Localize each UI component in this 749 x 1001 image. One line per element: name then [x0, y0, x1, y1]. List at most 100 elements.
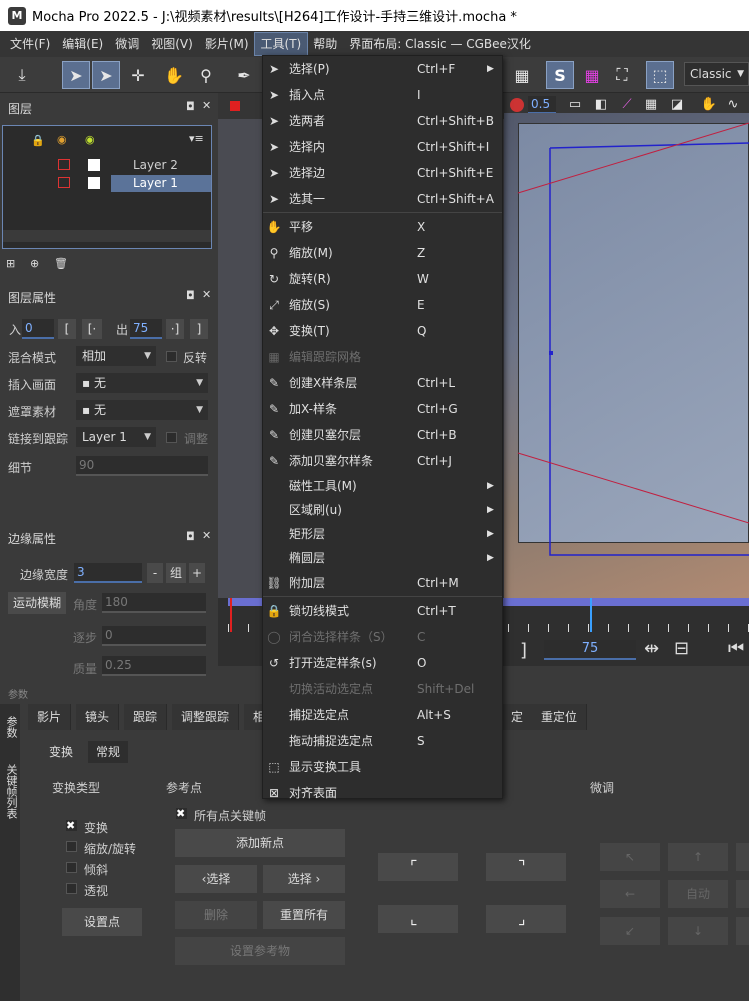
tools-menu-item[interactable]: ➤ 选择内 Ctrl+Shift+I — [263, 134, 502, 160]
menu-tools[interactable]: 工具(T) — [253, 32, 309, 56]
layer-row[interactable]: Layer 2 — [111, 157, 211, 174]
blend-mode-select[interactable]: 相加 — [76, 346, 156, 366]
nudge-down-right-button[interactable] — [736, 917, 749, 945]
menu-adjust[interactable]: 微调 — [109, 33, 145, 55]
tools-menu-item[interactable]: 椭圆层 ▶ — [263, 546, 502, 570]
tab-params-vertical[interactable]: 参数 — [3, 716, 19, 738]
tools-menu-item[interactable]: ✋ 平移 X — [263, 214, 502, 240]
range-icon[interactable]: ⊟ — [674, 638, 689, 659]
tab-stabilize[interactable]: 定 — [502, 704, 534, 730]
next-select-button[interactable]: 选择 › — [263, 865, 345, 893]
delete-button[interactable]: 删除 — [175, 901, 257, 929]
edge-width-field[interactable]: 3 — [74, 563, 142, 583]
insert-clip-select[interactable]: ▪ 无 — [76, 373, 208, 393]
trash-icon[interactable]: 🗑 — [54, 257, 68, 270]
tools-menu-item[interactable]: ⬚ 显示变换工具 — [263, 754, 502, 780]
adjust-checkbox[interactable] — [166, 432, 177, 443]
tools-menu-item[interactable]: ✎ 添加贝塞尔样条 Ctrl+J — [263, 448, 502, 474]
tab-reorient[interactable]: 重定位 — [532, 704, 588, 730]
corner-top-right-button[interactable]: ⌝ — [486, 853, 566, 881]
invert-checkbox[interactable] — [166, 351, 177, 362]
tools-menu-item[interactable]: 磁性工具(M) ▶ — [263, 474, 502, 498]
close-icon[interactable]: ✕ — [202, 99, 211, 112]
subtab-transform[interactable]: 变换 — [42, 741, 80, 763]
goto-out-button[interactable]: ·] — [166, 319, 184, 339]
tools-menu-item[interactable]: ➤ 选两者 Ctrl+Shift+B — [263, 108, 502, 134]
layers-scrollbar[interactable] — [3, 230, 211, 242]
layer-color-swatch[interactable] — [58, 159, 70, 170]
layer-row-selected[interactable]: Layer 1 — [111, 175, 211, 192]
layer-color-swatch[interactable] — [58, 177, 70, 188]
tab-adjust-track[interactable]: 调整跟踪 — [172, 704, 240, 730]
tools-menu-item[interactable]: ➤ 选择边 Ctrl+Shift+E — [263, 160, 502, 186]
tools-menu-item[interactable]: ⚲ 缩放(M) Z — [263, 240, 502, 266]
nudge-left-button[interactable]: ← — [600, 880, 660, 908]
import-icon[interactable]: ⤓ — [8, 61, 36, 89]
in-field[interactable]: 0 — [22, 319, 54, 339]
tools-menu-item[interactable]: ⛓ 附加层 Ctrl+M — [263, 570, 502, 596]
edge-width-decrement[interactable]: - — [147, 563, 163, 583]
corner-bottom-right-button[interactable]: ⌟ — [486, 905, 566, 933]
detail-field[interactable]: 90 — [76, 456, 208, 476]
nudge-up-left-button[interactable]: ↖ — [600, 843, 660, 871]
menu-layout[interactable]: 界面布局: Classic — CGBee汉化 — [343, 33, 537, 55]
motion-blur-button[interactable]: 运动模糊 — [8, 592, 66, 614]
tab-track[interactable]: 跟踪 — [124, 704, 168, 730]
link-track-select[interactable]: Layer 1 — [76, 427, 156, 447]
goto-in-button[interactable]: [· — [82, 319, 102, 339]
nudge-up-button[interactable]: ↑ — [668, 843, 728, 871]
corner-top-left-button[interactable]: ⌜ — [378, 853, 458, 881]
menu-movie[interactable]: 影片(M) — [199, 33, 255, 55]
edge-width-increment[interactable]: + — [189, 563, 205, 583]
layer-menu-icon[interactable]: ▾≡ — [189, 132, 204, 145]
tools-menu-item[interactable]: ➤ 选择(P) Ctrl+F ▶ — [263, 56, 502, 82]
tools-menu-item[interactable]: 矩形层 ▶ — [263, 522, 502, 546]
prev-select-button[interactable]: ‹选择 — [175, 865, 257, 893]
control-point[interactable] — [549, 351, 553, 355]
step-field[interactable]: 0 — [102, 626, 206, 646]
tools-menu-item[interactable]: 区域刷(u) ▶ — [263, 498, 502, 522]
tools-menu-item[interactable]: 🔒 锁切线模式 Ctrl+T — [263, 598, 502, 624]
add-point-tool-icon[interactable]: ✛ — [124, 61, 152, 89]
hand-icon[interactable]: ✋ — [160, 61, 188, 89]
subtab-general[interactable]: 常规 — [88, 741, 128, 763]
tools-menu-item[interactable]: 拖动捕捉选定点 S — [263, 728, 502, 754]
nudge-right-button[interactable] — [736, 880, 749, 908]
tab-keyframe-list[interactable]: 关键帧列表 — [3, 764, 19, 819]
surface-align-icon[interactable]: ⛶ — [608, 61, 636, 89]
tools-menu-item[interactable]: ↻ 旋转(R) W — [263, 266, 502, 292]
float-icon[interactable]: ◘ — [186, 100, 195, 113]
tools-menu-item[interactable]: ⊠ 对齐表面 — [263, 780, 502, 806]
menu-file[interactable]: 文件(F) — [4, 33, 56, 55]
tab-lens[interactable]: 镜头 — [76, 704, 120, 730]
grid-icon[interactable]: ▦ — [508, 61, 536, 89]
layer-visible-swatch[interactable] — [88, 159, 100, 171]
nudge-down-button[interactable]: ↓ — [668, 917, 728, 945]
perspective-checkbox[interactable] — [66, 883, 77, 894]
select-b-tool-icon[interactable]: ➤ — [92, 61, 120, 89]
group-button[interactable]: 组 — [166, 563, 186, 583]
tools-menu-item[interactable]: ✎ 创建X样条层 Ctrl+L — [263, 370, 502, 396]
tab-clip[interactable]: 影片 — [28, 704, 72, 730]
angle-field[interactable]: 180 — [102, 593, 206, 613]
layout-select[interactable]: Classic ▼ — [684, 62, 749, 86]
tools-menu-item[interactable]: 捕捉选定点 Alt+S — [263, 702, 502, 728]
tools-menu-item[interactable]: ➤ 选其一 Ctrl+Shift+A — [263, 186, 502, 212]
matte-clip-select[interactable]: ▪ 无 — [76, 400, 208, 420]
tools-menu-item[interactable]: ✎ 加X-样条 Ctrl+G — [263, 396, 502, 422]
add-point-button[interactable]: 添加新点 — [175, 829, 345, 857]
layer-visible-swatch[interactable] — [88, 177, 100, 189]
tools-menu-item[interactable]: ✎ 创建贝塞尔层 Ctrl+B — [263, 422, 502, 448]
tools-menu-item[interactable]: ↺ 打开选定样条(s) O — [263, 650, 502, 676]
close-icon[interactable]: ✕ — [202, 288, 211, 301]
auto-button[interactable]: 自动 — [668, 880, 728, 908]
float-icon[interactable]: ◘ — [186, 530, 195, 543]
frame-field[interactable]: 75 — [544, 640, 636, 660]
select-tool-icon[interactable]: ➤ — [62, 61, 90, 89]
duplicate-layer-icon[interactable]: ⊕ — [30, 257, 39, 270]
surface-s-icon[interactable]: S — [546, 61, 574, 89]
set-out-button[interactable]: ] — [190, 319, 208, 339]
new-layer-icon[interactable]: ⊞ — [6, 257, 15, 270]
dotted-rect-icon[interactable]: ⬚ — [646, 61, 674, 89]
zoom-icon[interactable]: ⚲ — [192, 61, 220, 89]
